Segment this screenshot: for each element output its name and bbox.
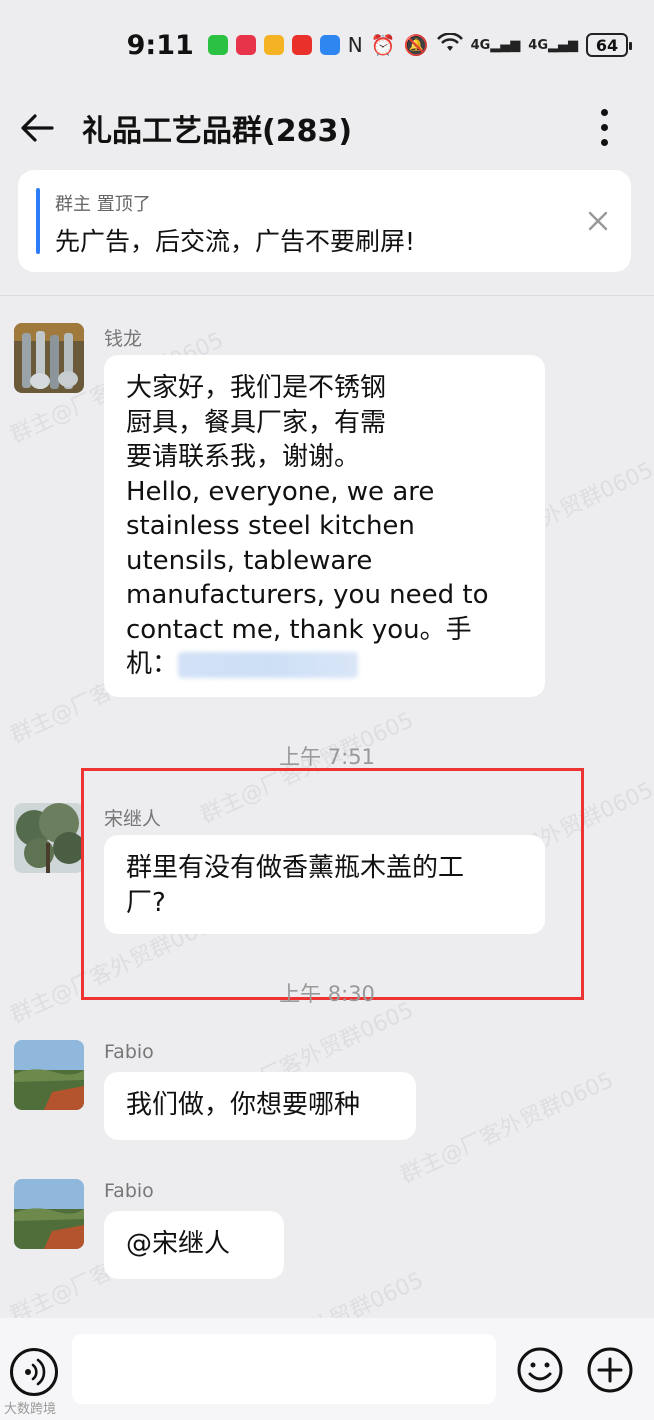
more-functions-button[interactable] [586, 1346, 634, 1394]
sender-name: 钱龙 [104, 328, 143, 350]
signal-icon: 4G▂▄▆ [470, 37, 521, 53]
pinned-announcement[interactable]: 群主 置顶了 先广告，后交流，广告不要刷屏! [18, 170, 631, 272]
utensils-avatar-image [14, 323, 84, 393]
tree-avatar-image [14, 803, 84, 873]
message-input[interactable] [72, 1334, 496, 1404]
arrow-left-icon [21, 113, 54, 142]
battery-level: 64 [595, 35, 619, 55]
wifi-icon [436, 31, 463, 58]
alarm-icon: ⏰ [370, 33, 396, 57]
highlight-annotation-box [81, 768, 584, 1000]
avatar[interactable] [14, 1040, 84, 1110]
more-options-button[interactable] [584, 98, 624, 158]
timestamp: 上午 7:51 [279, 745, 375, 769]
chat-title: 礼品工艺品群(283) [82, 113, 353, 149]
message-line: 大家好，我们是不锈钢 [126, 373, 387, 403]
divider [0, 295, 654, 296]
status-bar: 9:11 N ⏰ 🔕 4G▂▄▆ 4G▂▄▆ 64 [0, 0, 654, 90]
nfc-icon: N [347, 33, 363, 57]
emoji-button[interactable] [516, 1346, 564, 1394]
pinned-text: 先广告，后交流，广告不要刷屏! [55, 227, 416, 256]
message-line: contact me, thank you。手 [126, 614, 472, 645]
message-line: 我们做，你想要哪种 [126, 1090, 361, 1120]
source-logo: 大数跨境 [4, 1402, 57, 1417]
avatar[interactable] [14, 803, 84, 873]
close-icon[interactable] [583, 206, 613, 236]
signal-label-2: 4G [528, 37, 548, 53]
landscape-avatar-image [14, 1040, 84, 1110]
message-line: @宋继人 [126, 1229, 231, 1259]
input-bar [0, 1318, 654, 1420]
watermark: 群主@厂客外贸群0605 [396, 1067, 618, 1189]
landscape-avatar-image [14, 1179, 84, 1249]
message-bubble[interactable]: 大家好，我们是不锈钢 厨具，餐具厂家，有需 要请联系我，谢谢。 Hello, e… [104, 355, 545, 697]
message-line: stainless steel kitchen [126, 511, 415, 541]
signal-icon-2: 4G▂▄▆ [528, 37, 578, 53]
blurred-phone-number [178, 651, 359, 678]
message-line: Hello, everyone, we are [126, 476, 435, 507]
battery-icon: 64 [586, 33, 632, 57]
pinned-meta: 群主 置顶了 [55, 194, 151, 215]
dot-icon [600, 109, 608, 116]
dot-icon [600, 124, 608, 131]
weather-icon [319, 35, 340, 55]
voice-input-button[interactable] [10, 1348, 58, 1396]
status-time: 9:11 [126, 29, 194, 61]
app-red-icon [291, 35, 312, 55]
chat-header: 礼品工艺品群(283) [0, 90, 654, 165]
message-line: utensils, tableware [126, 545, 373, 576]
sender-name: Fabio [104, 1180, 154, 1202]
mail-icon [263, 35, 284, 55]
avatar[interactable] [14, 1179, 84, 1249]
avatar[interactable] [14, 323, 84, 393]
message-line: 机： [126, 647, 523, 682]
message-line: manufacturers, you need to [126, 580, 489, 610]
message-line: 厨具，餐具厂家，有需 [126, 407, 387, 438]
back-button[interactable] [2, 93, 72, 163]
emoji-icon [517, 1347, 563, 1393]
plus-icon [587, 1347, 633, 1393]
signal-label-1: 4G [470, 37, 491, 53]
mute-icon: 🔕 [403, 33, 429, 57]
pinned-accent-bar [36, 188, 40, 254]
dot-icon [600, 139, 608, 146]
wechat-icon [207, 35, 228, 55]
message-line: 要请联系我，谢谢。 [126, 442, 361, 472]
sender-name: Fabio [104, 1041, 154, 1063]
phone-label: 机： [126, 649, 179, 679]
timestamp: 上午 8:30 [279, 982, 375, 1006]
message-bubble[interactable]: @宋继人 [104, 1211, 284, 1279]
message-bubble[interactable]: 我们做，你想要哪种 [104, 1072, 416, 1140]
app-notification-icon [235, 35, 256, 55]
voice-icon [25, 1358, 46, 1386]
